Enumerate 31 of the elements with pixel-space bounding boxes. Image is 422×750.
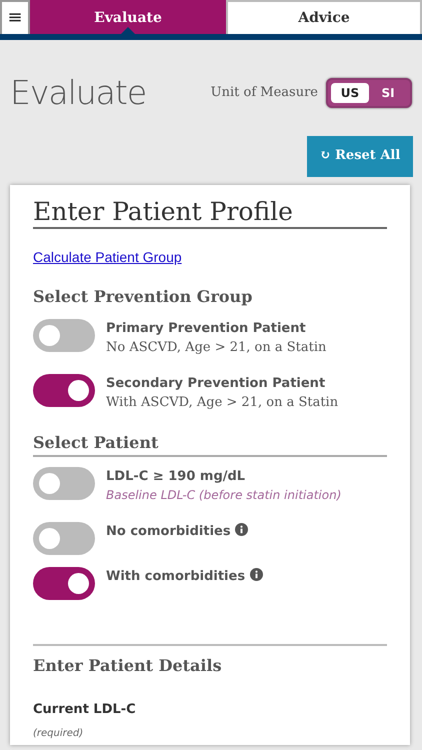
info-icon[interactable] bbox=[235, 523, 248, 536]
page-title: Evaluate bbox=[10, 72, 146, 114]
toggle-switch[interactable] bbox=[33, 522, 95, 555]
unit-option[interactable]: US bbox=[331, 82, 369, 103]
section-title: Select Patient bbox=[33, 430, 387, 456]
unit-label: Unit of Measure bbox=[210, 84, 318, 102]
tab[interactable]: Evaluate bbox=[30, 0, 226, 34]
option-label: No comorbidities bbox=[106, 524, 231, 539]
option-label: With comorbidities bbox=[106, 569, 246, 584]
tab[interactable]: Advice bbox=[226, 0, 422, 34]
unit-toggle[interactable]: US SI bbox=[326, 78, 412, 108]
toggle-switch[interactable] bbox=[33, 567, 95, 600]
toggle-switch[interactable] bbox=[33, 374, 95, 406]
toggle-switch[interactable] bbox=[33, 466, 95, 500]
section-title: Enter Patient Details bbox=[33, 644, 387, 678]
card-title: Enter Patient Profile bbox=[33, 196, 387, 228]
option-label: Primary Prevention Patient bbox=[106, 320, 307, 338]
calculate-group-link[interactable]: Calculate Patient Group bbox=[33, 248, 182, 264]
menu-button[interactable]: ≡ bbox=[0, 0, 30, 34]
option-label: LDL-C ≥ 190 mg/dL bbox=[106, 468, 246, 486]
field-label: Current LDL-C bbox=[33, 701, 137, 719]
info-icon[interactable] bbox=[250, 568, 263, 581]
option-description: With ASCVD, Age > 21, on a Statin bbox=[106, 394, 338, 412]
option-description: No ASCVD, Age > 21, on a Statin bbox=[106, 339, 326, 357]
toggle-switch[interactable] bbox=[33, 318, 95, 352]
field-hint: (required) bbox=[33, 726, 84, 740]
reset-button[interactable]: ↻ Reset All bbox=[307, 136, 413, 176]
option-label: Secondary Prevention Patient bbox=[106, 374, 326, 392]
option-note: Baseline LDL-C (before statin initiation) bbox=[106, 487, 342, 504]
section-title: Select Prevention Group bbox=[33, 286, 254, 308]
unit-option[interactable]: SI bbox=[369, 82, 407, 103]
